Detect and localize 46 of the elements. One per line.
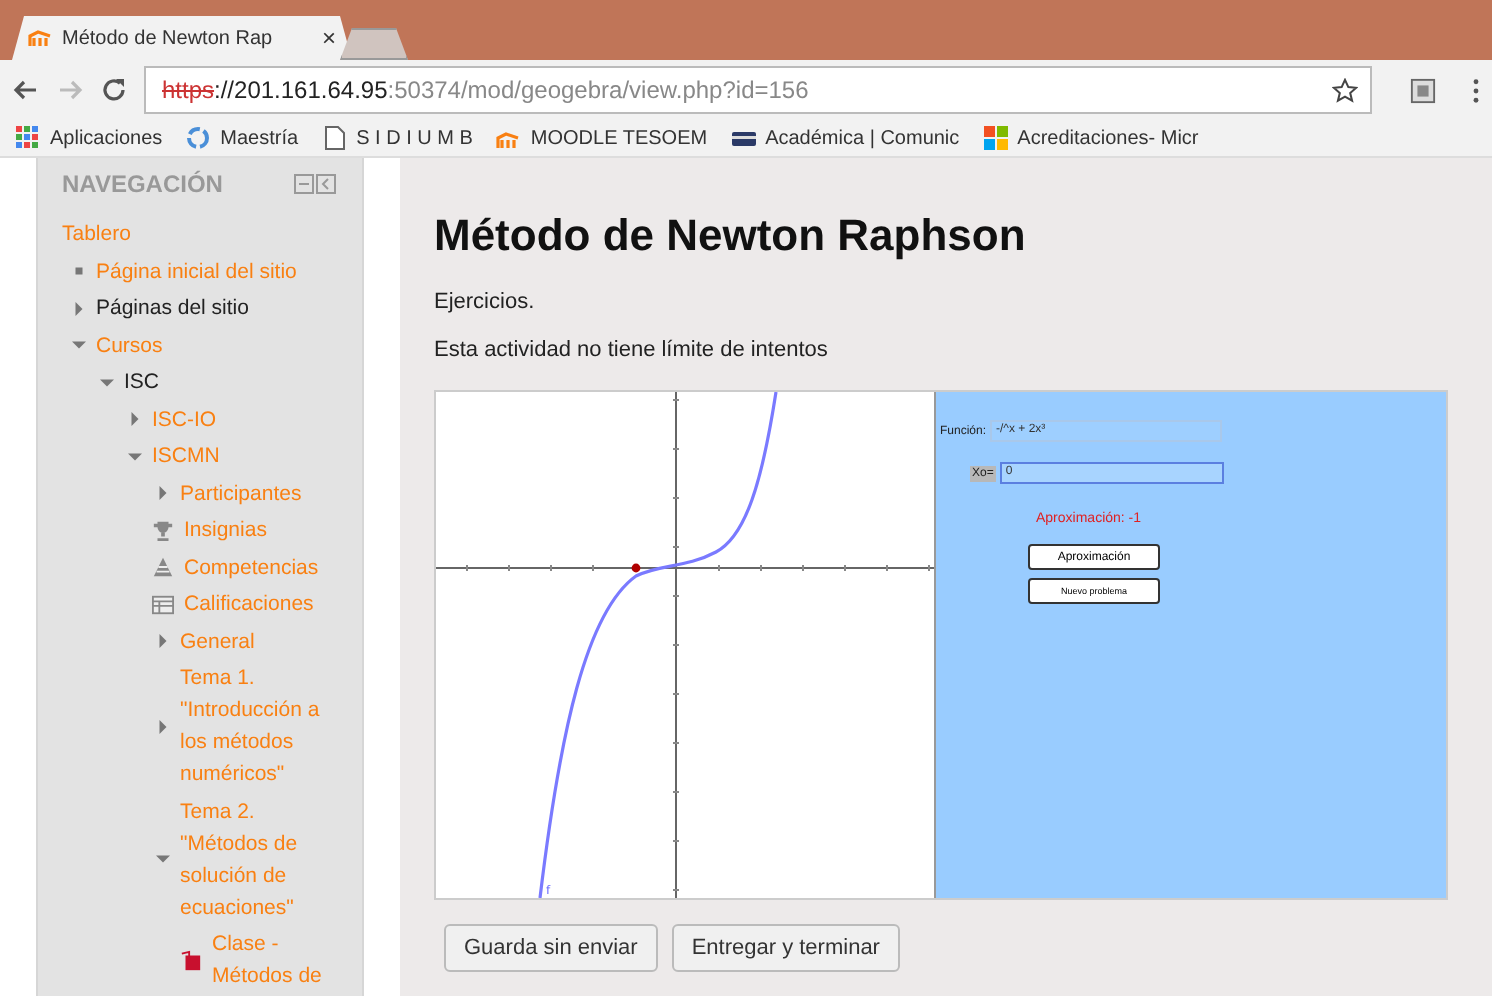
expanded-arrow-icon[interactable] (156, 852, 170, 866)
expanded-arrow-icon[interactable] (100, 375, 114, 389)
intro-text: Ejercicios. (434, 290, 537, 314)
collapsed-arrow-icon[interactable] (72, 301, 86, 315)
trophy-icon (152, 519, 174, 541)
bookmark[interactable]: Aplicaciones (16, 126, 163, 150)
close-icon[interactable]: × (321, 24, 336, 52)
bookmark[interactable]: MOODLE TESOEM (496, 126, 708, 150)
browser-tab[interactable] (340, 28, 408, 60)
nav-item[interactable]: ISC (124, 366, 160, 398)
collapsed-arrow-icon[interactable] (128, 412, 142, 426)
table-icon (152, 593, 174, 615)
moodle-icon (496, 126, 521, 150)
bookmark[interactable]: Académica | Comunic (731, 126, 960, 150)
reload-icon[interactable] (100, 76, 128, 104)
block-controls-icon[interactable] (294, 174, 338, 194)
action-button[interactable]: Entregar y terminar (671, 924, 900, 972)
bookmark[interactable]: Maestría (186, 126, 299, 150)
slide-icon (180, 949, 202, 971)
moodle-icon (28, 28, 52, 48)
extension-icon[interactable] (1410, 77, 1436, 103)
panel-title: NAVEGACIÓN (62, 170, 223, 198)
bullet-icon (72, 264, 86, 278)
apps-icon (16, 126, 40, 150)
star-icon[interactable] (1332, 77, 1358, 103)
nav-item[interactable]: Páginas del sitio (96, 292, 249, 324)
attempts-text: Esta actividad no tiene límite de intentos (434, 338, 830, 362)
bookmark[interactable]: Acreditaciones- Micr (983, 126, 1199, 150)
root-point (631, 563, 641, 573)
pyramid-icon (152, 556, 174, 578)
page-title: Método de Newton Raphson (434, 210, 1028, 262)
page-icon (322, 126, 347, 150)
collapsed-arrow-icon[interactable] (156, 634, 170, 648)
expanded-arrow-icon[interactable] (128, 449, 142, 463)
back-icon[interactable] (12, 76, 40, 104)
recycle-icon (186, 126, 211, 150)
collapsed-arrow-icon[interactable] (156, 486, 170, 500)
menu-icon[interactable] (1472, 77, 1480, 103)
browser-tab[interactable]: Método de Newton Rap × (12, 16, 352, 60)
expanded-arrow-icon[interactable] (72, 338, 86, 352)
address-field[interactable]: https://201.161.64.95:50374/mod/geogebra/view.php?id=156 (144, 66, 1372, 114)
collapsed-arrow-icon[interactable] (156, 719, 170, 733)
card-icon (731, 126, 756, 150)
action-button[interactable]: Guarda sin enviar (444, 924, 658, 972)
windows-icon (983, 126, 1008, 150)
bookmark[interactable]: S I D I U M B (322, 126, 473, 150)
